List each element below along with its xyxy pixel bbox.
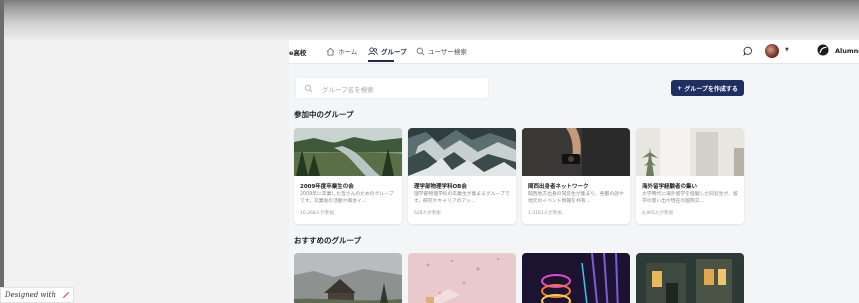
- group-cover-image: [408, 128, 516, 176]
- recommended-group-card[interactable]: [408, 253, 516, 303]
- group-icon: [368, 46, 378, 55]
- nav-item-label: ユーザー検索: [428, 48, 467, 56]
- group-member-count: 628人が参加: [414, 211, 441, 216]
- group-description: 大学時代に海外留学を経験した同窓生が、留学の思い出や現在の国際交...: [642, 192, 738, 204]
- brand-name[interactable]: e高校: [289, 47, 306, 57]
- groups-page: e高校 ホーム グループ ユーザー検索 ▼ Alumn グループ名を検索 + グ…: [289, 40, 859, 303]
- recommended-group-card[interactable]: [522, 253, 630, 303]
- group-cover-image: [294, 128, 402, 176]
- search-icon: [416, 47, 425, 55]
- group-cover-image: [294, 253, 402, 303]
- chevron-down-icon[interactable]: ▼: [785, 47, 789, 53]
- group-title: 理学部物理学科OB会: [414, 184, 467, 190]
- home-icon: [326, 47, 335, 56]
- top-navbar: e高校 ホーム グループ ユーザー検索 ▼ Alumn: [289, 40, 859, 64]
- plus-icon: +: [677, 84, 683, 92]
- nav-item-home[interactable]: ホーム: [326, 46, 357, 56]
- recommended-group-card[interactable]: [294, 253, 402, 303]
- nav-item-label: グループ: [381, 48, 407, 56]
- group-cover-image: [522, 253, 630, 303]
- nav-item-groups[interactable]: グループ: [368, 46, 407, 56]
- nav-item-label: ホーム: [338, 48, 358, 56]
- group-cover-image: [522, 128, 630, 176]
- browser-top-shade: [0, 0, 859, 40]
- group-title: 2009年度卒業生の会: [300, 184, 354, 190]
- create-group-button[interactable]: + グループを作成する: [671, 80, 744, 96]
- create-group-label: グループを作成する: [684, 85, 738, 93]
- group-cover-image: [636, 128, 744, 176]
- recommended-group-card[interactable]: [636, 253, 744, 303]
- group-card[interactable]: 理学部物理学科OB会 理学部物理学科の卒業生が集まるグループです。研究やキャリア…: [408, 128, 516, 224]
- group-member-count: 1,3161人が参加: [528, 211, 562, 216]
- group-title: 関西出身者ネットワーク: [528, 184, 589, 190]
- group-description: 理学部物理学科の卒業生が集まるグループです。研究やキャリアのアッ...: [414, 192, 510, 204]
- group-description: 関西地方出身の同窓生が集まり、各都の話や地元のイベント情報を共有...: [528, 192, 624, 204]
- group-description: 2009年に卒業した皆さんのためのグループです。卒業後の活動や再会イ...: [300, 192, 394, 204]
- group-card[interactable]: 関西出身者ネットワーク 関西地方出身の同窓生が集まり、各都の話や地元のイベント情…: [522, 128, 630, 224]
- joined-groups-heading: 参加中のグループ: [294, 110, 354, 119]
- group-cover-image: [636, 253, 744, 303]
- group-cover-image: [408, 253, 516, 303]
- group-title: 海外留学経験者の集い: [642, 184, 698, 190]
- active-tab-underline: [368, 60, 394, 62]
- group-card[interactable]: 2009年度卒業生の会 2009年に卒業した皆さんのためのグループです。卒業後の…: [294, 128, 402, 224]
- alumno-logo-icon: [817, 44, 829, 56]
- nav-item-user-search[interactable]: ユーザー検索: [416, 46, 467, 56]
- group-member-count: 10,268人が参加: [300, 211, 334, 216]
- search-icon: [304, 84, 313, 93]
- chat-icon[interactable]: [743, 46, 753, 56]
- brand-name-right: Alumno: [835, 47, 859, 55]
- designed-with-text: Designed with: [5, 291, 56, 299]
- designed-with-badge[interactable]: Designed with: [0, 287, 74, 303]
- group-member-count: 4,905人が参加: [642, 211, 673, 216]
- group-search-input[interactable]: グループ名を検索: [295, 77, 489, 99]
- search-placeholder: グループ名を検索: [322, 86, 374, 94]
- pencil-icon: [63, 292, 69, 298]
- left-blank-pane: [0, 40, 289, 303]
- window-left-edge: [0, 0, 4, 303]
- recommended-groups-heading: おすすめのグループ: [294, 236, 362, 245]
- user-avatar[interactable]: [765, 44, 779, 58]
- group-card[interactable]: 海外留学経験者の集い 大学時代に海外留学を経験した同窓生が、留学の思い出や現在の…: [636, 128, 744, 224]
